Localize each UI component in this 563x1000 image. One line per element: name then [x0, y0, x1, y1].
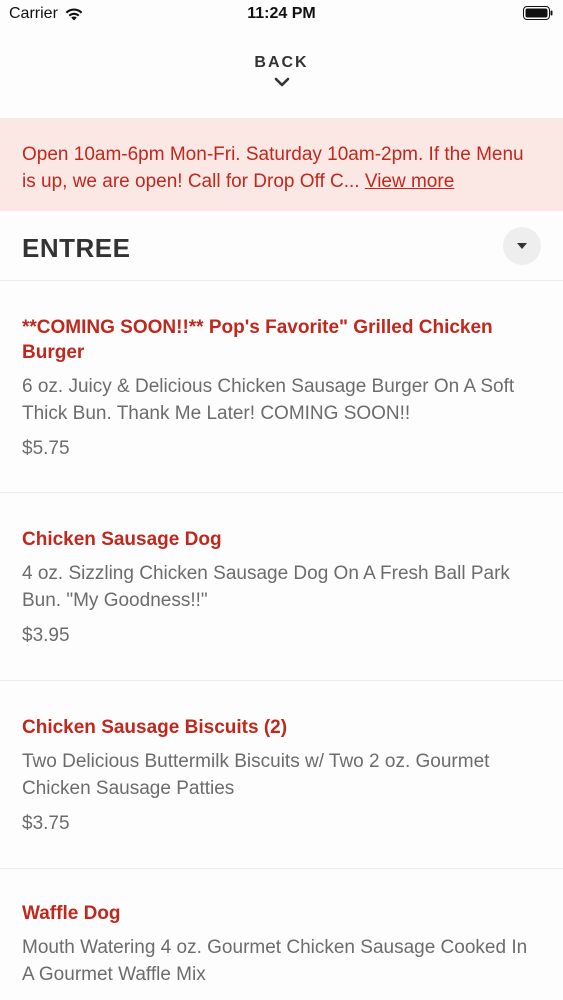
item-name: **COMING SOON!!** Pop's Favorite" Grille…	[22, 317, 493, 363]
dropdown-arrow-icon	[517, 243, 527, 249]
item-name: Chicken Sausage Dog	[22, 529, 222, 550]
chevron-down-icon	[274, 77, 289, 87]
item-price: $3.75	[22, 813, 70, 834]
section-collapse-button[interactable]	[503, 227, 541, 265]
back-label: BACK	[254, 54, 309, 71]
menu-item[interactable]: **COMING SOON!!** Pop's Favorite" Grille…	[0, 281, 563, 493]
hours-notice-banner: Open 10am-6pm Mon-Fri. Saturday 10am-2pm…	[0, 118, 563, 211]
item-description: 4 oz. Sizzling Chicken Sausage Dog On A …	[22, 563, 510, 611]
item-price: $3.95	[22, 625, 70, 646]
menu-item[interactable]: Chicken Sausage Dog 4 oz. Sizzling Chick…	[0, 493, 563, 681]
item-name: Waffle Dog	[22, 903, 121, 924]
battery-icon	[523, 6, 553, 20]
section-header: ENTREE	[0, 211, 563, 281]
item-price: $5.75	[22, 438, 70, 459]
item-name: Chicken Sausage Biscuits (2)	[22, 717, 288, 738]
section-title: ENTREE	[22, 233, 131, 263]
status-bar: Carrier 11:24 PM	[0, 0, 563, 30]
status-time: 11:24 PM	[247, 5, 316, 22]
item-description: Two Delicious Buttermilk Biscuits w/ Two…	[22, 751, 490, 799]
item-description: 6 oz. Juicy & Delicious Chicken Sausage …	[22, 376, 515, 424]
item-description: Mouth Watering 4 oz. Gourmet Chicken Sau…	[22, 937, 528, 985]
view-more-link[interactable]: View more	[365, 171, 454, 192]
menu-item[interactable]: Chicken Sausage Biscuits (2) Two Delicio…	[0, 681, 563, 869]
back-button[interactable]: BACK	[0, 50, 563, 100]
menu-item[interactable]: Waffle Dog Mouth Watering 4 oz. Gourmet …	[0, 869, 563, 1000]
